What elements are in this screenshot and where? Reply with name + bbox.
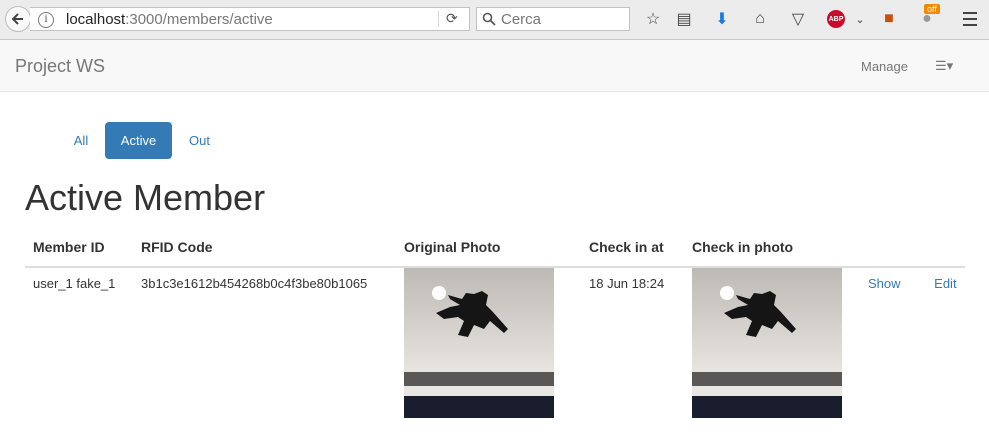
table-row: user_1 fake_1 3b1c3e1612b454268b0c4f3be8… xyxy=(25,267,965,439)
original-photo xyxy=(404,268,554,418)
search-box[interactable]: Cerca xyxy=(476,7,630,31)
cell-check-in-at: 18 Jun 18:24 xyxy=(589,276,665,291)
header-member-id: Member ID xyxy=(25,227,133,268)
home-icon[interactable]: ⌂ xyxy=(750,9,770,29)
page-title: Active Member xyxy=(25,177,266,218)
addon-badge: off xyxy=(924,4,940,14)
cell-actions: Show Edit xyxy=(860,267,965,439)
arrow-left-icon xyxy=(12,13,23,25)
pill-out[interactable]: Out xyxy=(175,122,224,159)
header-check-in-photo: Check in photo xyxy=(684,227,860,268)
header-rfid: RFID Code xyxy=(133,227,396,268)
header-check-in-at: Check in at xyxy=(581,227,684,268)
cell-rfid: 3b1c3e1612b454268b0c4f3be80b1065 xyxy=(141,276,368,291)
cell-member-id: user_1 fake_1 xyxy=(33,276,116,291)
bookmark-star-icon[interactable]: ☆ xyxy=(643,9,663,29)
adblock-icon[interactable]: ABP xyxy=(826,9,846,29)
show-link[interactable]: Show xyxy=(868,276,901,291)
cell-check-in-photo xyxy=(684,267,860,439)
edit-link[interactable]: Edit xyxy=(934,276,956,291)
chevron-down-icon[interactable]: ⌄ xyxy=(850,9,870,29)
pill-active[interactable]: Active xyxy=(105,122,172,159)
info-icon[interactable]: i xyxy=(38,12,54,28)
search-icon xyxy=(482,12,496,26)
url-text: localhost:3000/members/active xyxy=(66,11,273,28)
header-actions xyxy=(860,227,965,268)
list-menu-icon[interactable]: ☰▾ xyxy=(935,58,953,74)
reload-icon[interactable]: ⟳ xyxy=(446,10,458,27)
header-original-photo: Original Photo xyxy=(396,227,581,268)
search-placeholder: Cerca xyxy=(501,11,542,28)
navbar: Project WS Manage ☰▾ xyxy=(0,40,989,92)
address-bar[interactable]: i localhost:3000/members/active ⟳ xyxy=(30,7,470,31)
menu-icon[interactable] xyxy=(960,9,980,29)
pocket-icon[interactable]: ▽ xyxy=(788,9,808,29)
download-icon[interactable]: ⬇ xyxy=(712,9,732,29)
extension-icon[interactable]: ■ xyxy=(879,9,899,29)
table-header-row: Member ID RFID Code Original Photo Check… xyxy=(25,227,965,268)
pill-all[interactable]: All xyxy=(58,122,104,159)
separator xyxy=(438,11,439,27)
reading-list-icon[interactable]: ▤ xyxy=(674,9,694,29)
brand-link[interactable]: Project WS xyxy=(15,56,105,77)
cell-original-photo xyxy=(396,267,581,439)
browser-toolbar: i localhost:3000/members/active ⟳ Cerca … xyxy=(0,0,989,40)
back-button[interactable] xyxy=(5,6,31,32)
manage-link[interactable]: Manage xyxy=(861,59,908,74)
members-table: Member ID RFID Code Original Photo Check… xyxy=(25,227,965,439)
check-in-photo xyxy=(692,268,842,418)
